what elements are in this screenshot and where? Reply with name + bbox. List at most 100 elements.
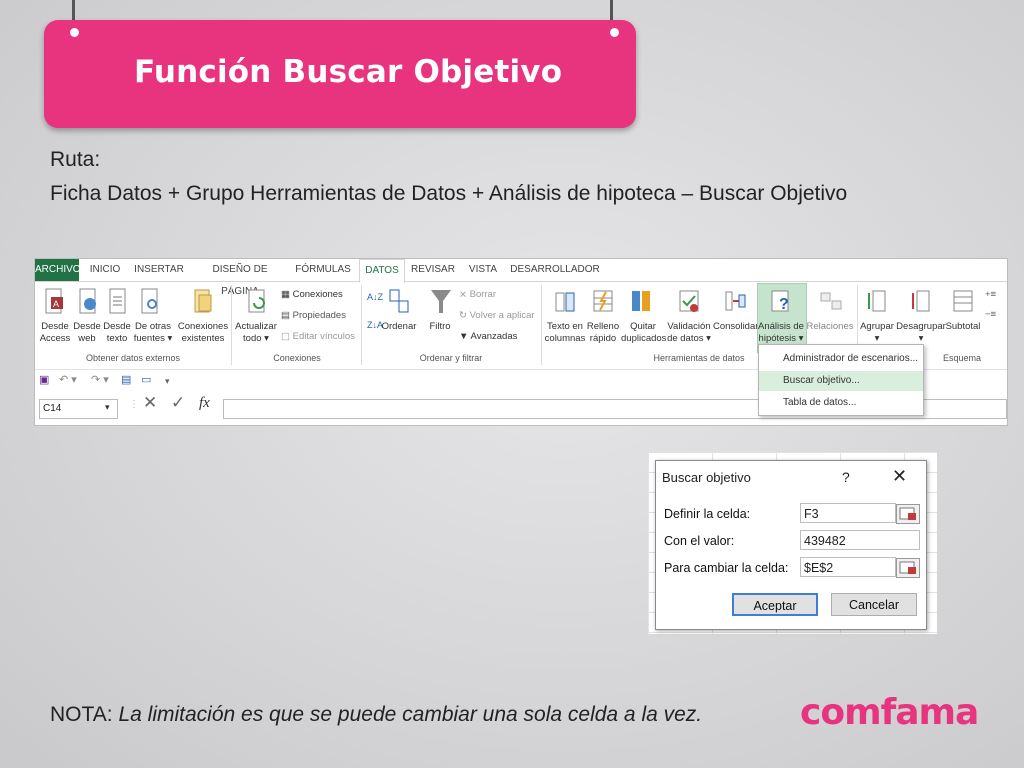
close-icon[interactable]: ✕: [892, 466, 907, 487]
desde-access-button[interactable]: Desde Access: [37, 321, 73, 345]
menu-item-administrador-escenarios[interactable]: Administrador de escenarios...: [759, 349, 923, 369]
flash-fill-icon: [593, 290, 613, 312]
buscar-objetivo-dialog: Buscar objetivo ? ✕ Definir la celda: F3…: [655, 460, 927, 630]
slide-title: Función Buscar Objetivo: [134, 54, 563, 90]
what-if-dropdown-menu: Administrador de escenarios... Buscar ob…: [758, 344, 924, 416]
tab-formulas[interactable]: FÓRMULAS: [293, 259, 353, 281]
avanzadas-button[interactable]: ▼ Avanzadas: [459, 331, 517, 343]
group-icon: [868, 290, 886, 312]
connections-icon: ▦: [281, 289, 293, 300]
group-label: Ordenar y filtrar: [419, 353, 483, 363]
tab-inicio[interactable]: INICIO: [83, 259, 127, 281]
relleno-rapido-button[interactable]: Relleno rápido: [585, 321, 621, 345]
formula-bar-grip-icon: ⋮: [129, 399, 139, 410]
analisis-hipotesis-button[interactable]: Análisis de hipótesis ▾: [757, 321, 805, 345]
subtotal-button[interactable]: Subtotal: [941, 321, 985, 333]
con-valor-field[interactable]: 439482: [800, 530, 920, 550]
con-valor-label: Con el valor:: [664, 534, 735, 548]
links-icon: ▢: [281, 331, 293, 342]
hide-detail-icon[interactable]: −≡: [985, 309, 996, 321]
name-box-dropdown-icon[interactable]: ▾: [105, 401, 110, 413]
tab-vista[interactable]: VISTA: [463, 259, 503, 281]
redo-icon[interactable]: ↷ ▾: [91, 374, 109, 386]
nota-text: NOTA: La limitación es que se puede camb…: [50, 703, 702, 727]
tab-insertar[interactable]: INSERTAR: [131, 259, 187, 281]
nota-body: La limitación es que se puede cambiar un…: [112, 703, 703, 726]
editar-vinculos-label: Editar vínculos: [292, 331, 355, 342]
aceptar-button[interactable]: Aceptar: [732, 593, 818, 616]
editar-vinculos-button[interactable]: ▢ Editar vínculos: [281, 331, 355, 343]
remove-duplicates-icon: [632, 291, 650, 311]
actualizar-todo-button[interactable]: Actualizar todo ▾: [233, 321, 279, 345]
conexiones-existentes-button[interactable]: Conexiones existentes: [177, 321, 229, 345]
cambiar-celda-label: Para cambiar la celda:: [664, 561, 789, 575]
other-sources-icon: [141, 288, 158, 314]
ruta-text: Ficha Datos + Grupo Herramientas de Dato…: [50, 182, 848, 205]
banner-pin-icon: [70, 28, 79, 37]
consolidate-icon: [725, 291, 746, 311]
show-detail-icon[interactable]: +≡: [985, 289, 996, 301]
comfama-logo: comfama: [800, 692, 979, 733]
sort-icon: [389, 289, 409, 313]
undo-icon[interactable]: ↶ ▾: [59, 374, 77, 386]
agrupar-button[interactable]: Agrupar ▾: [857, 321, 897, 345]
menu-item-tabla-datos[interactable]: Tabla de datos...: [759, 393, 923, 413]
definir-celda-field[interactable]: F3: [800, 503, 896, 523]
cancelar-button[interactable]: Cancelar: [831, 593, 917, 616]
form-icon[interactable]: ▤: [121, 374, 131, 386]
borrar-button[interactable]: ⨯ Borrar: [459, 289, 496, 301]
validacion-datos-button[interactable]: Validación de datos ▾: [665, 321, 713, 345]
filter-icon: [431, 290, 451, 313]
group-separator: [231, 285, 232, 365]
tab-revisar[interactable]: REVISAR: [409, 259, 457, 281]
desde-texto-button[interactable]: Desde texto: [101, 321, 133, 345]
relaciones-button[interactable]: Relaciones: [805, 321, 855, 333]
text-to-columns-icon: [555, 292, 575, 312]
subtotal-icon: [953, 290, 973, 312]
de-otras-fuentes-button[interactable]: De otras fuentes ▾: [133, 321, 173, 345]
collapse-dialog-icon[interactable]: [896, 504, 920, 524]
tab-datos[interactable]: DATOS: [359, 259, 405, 283]
desde-web-button[interactable]: Desde web: [71, 321, 103, 345]
texto-en-columnas-button[interactable]: Texto en columnas: [543, 321, 587, 345]
tab-desarrollador[interactable]: DESARROLLADOR: [509, 259, 601, 281]
insert-function-icon[interactable]: fx: [199, 396, 210, 411]
window-icon[interactable]: ▭: [141, 374, 151, 386]
svg-text:?: ?: [779, 296, 789, 313]
desagrupar-button[interactable]: Desagrupar ▾: [895, 321, 947, 345]
customize-qat-icon[interactable]: ▾: [165, 375, 170, 387]
help-icon[interactable]: ?: [842, 469, 850, 485]
propiedades-button[interactable]: ▤ Propiedades: [281, 310, 346, 322]
tab-archivo[interactable]: ARCHIVO: [35, 259, 81, 281]
tab-diseno-pagina[interactable]: DISEÑO DE PÁGINA: [193, 259, 287, 297]
data-validation-icon: [679, 290, 699, 312]
borrar-label: Borrar: [469, 289, 497, 300]
dialog-title: Buscar objetivo: [662, 470, 751, 485]
nota-label: NOTA:: [50, 703, 113, 726]
consolidar-button[interactable]: Consolidar: [713, 321, 758, 333]
menu-item-buscar-objetivo[interactable]: Buscar objetivo...: [759, 371, 923, 391]
refresh-icon: [248, 289, 265, 313]
sort-az-icon[interactable]: A↓Z: [367, 291, 383, 303]
volver-aplicar-label: Volver a aplicar: [469, 310, 535, 321]
banner-pin-icon: [610, 28, 619, 37]
cambiar-celda-field[interactable]: $E$2: [800, 557, 896, 577]
quitar-duplicados-button[interactable]: Quitar duplicados: [621, 321, 666, 345]
conexiones-button[interactable]: ▦ Conexiones: [281, 289, 343, 301]
group-label: Conexiones: [273, 353, 321, 363]
reapply-icon: ↻: [459, 310, 470, 321]
properties-icon: ▤: [281, 310, 293, 321]
volver-aplicar-button[interactable]: ↻ Volver a aplicar: [459, 310, 535, 322]
confirm-entry-icon[interactable]: ✓: [171, 394, 185, 411]
ordenar-button[interactable]: Ordenar: [379, 321, 419, 333]
cancel-entry-icon[interactable]: ✕: [143, 394, 157, 411]
advanced-filter-icon: ▼: [459, 331, 471, 342]
clear-filter-icon: ⨯: [459, 289, 470, 300]
save-icon[interactable]: ▣: [39, 374, 49, 386]
ribbon-tabs: ARCHIVO INICIO INSERTAR DISEÑO DE PÁGINA…: [35, 259, 1007, 297]
title-banner: Función Buscar Objetivo: [44, 20, 636, 128]
avanzadas-label: Avanzadas: [470, 331, 518, 342]
definir-celda-label: Definir la celda:: [664, 507, 751, 521]
filtro-button[interactable]: Filtro: [423, 321, 457, 333]
collapse-dialog-icon[interactable]: [896, 558, 920, 578]
